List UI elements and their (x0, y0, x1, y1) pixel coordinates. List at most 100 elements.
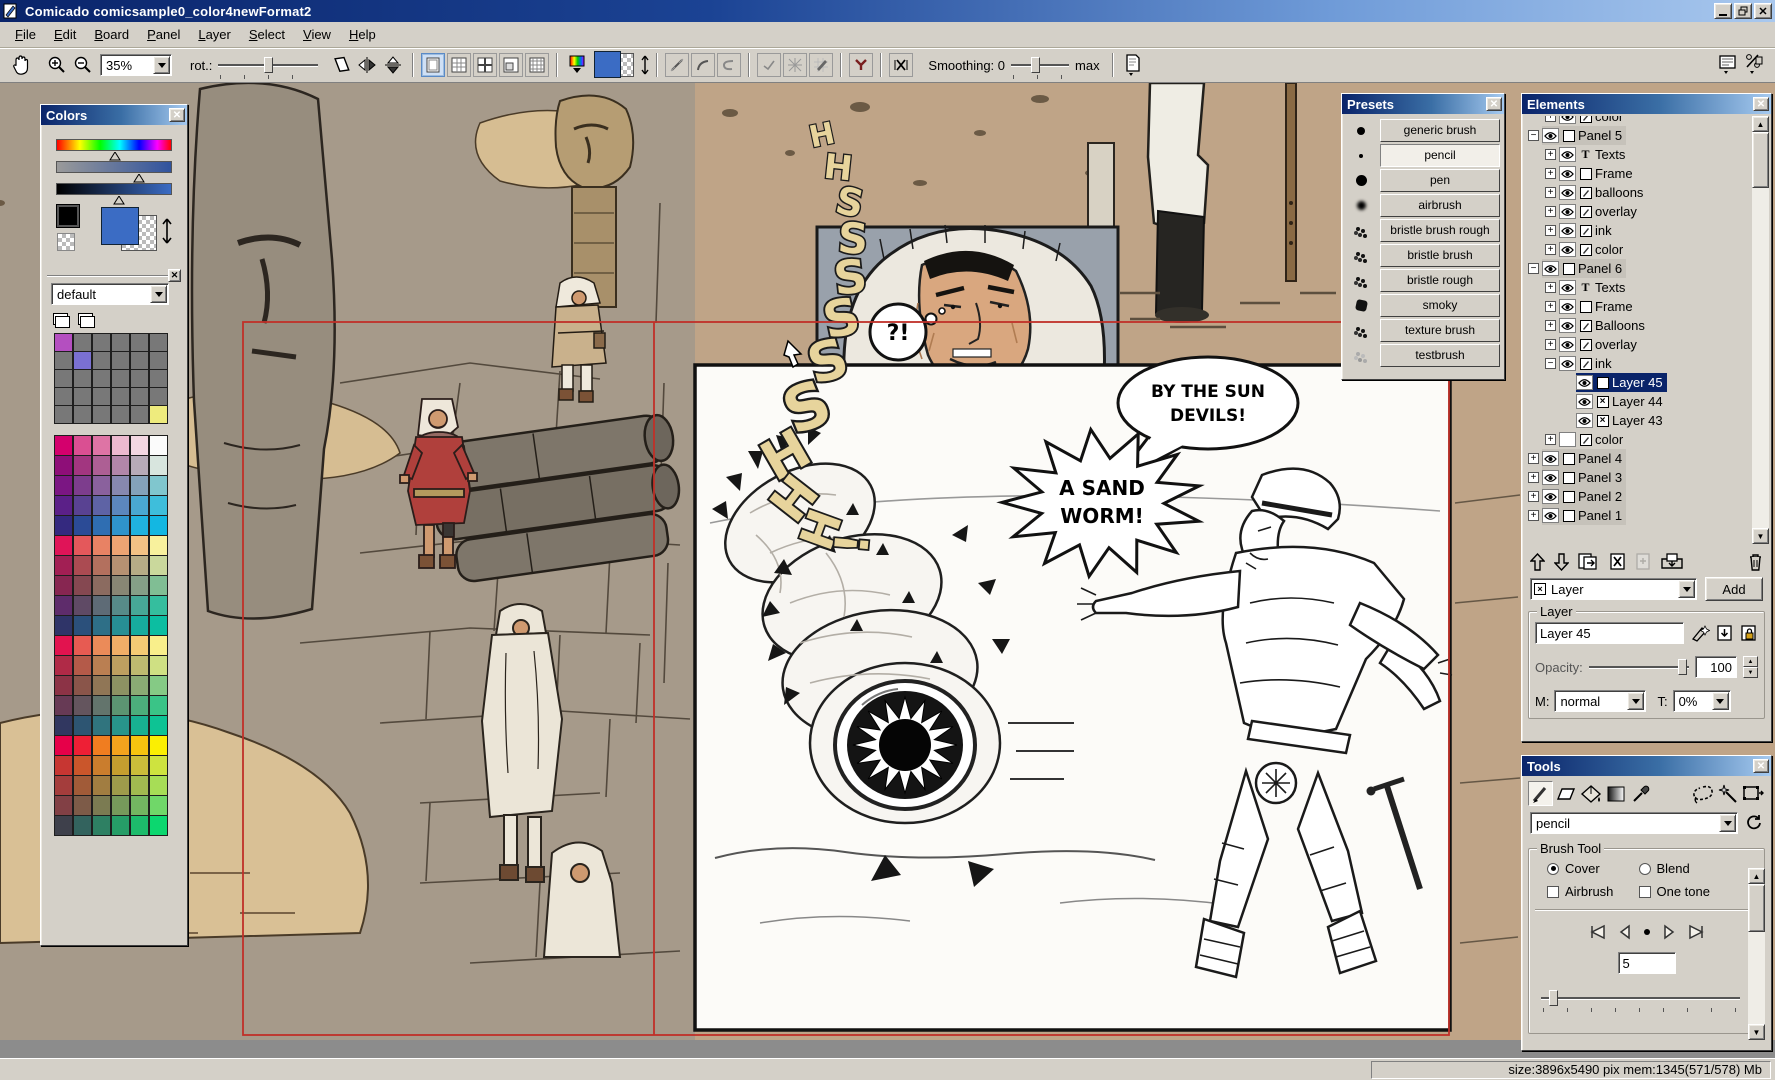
tree-row[interactable]: +Frame (1524, 297, 1751, 316)
tree-row[interactable]: −Panel 6 (1524, 259, 1751, 278)
palette-swatch[interactable] (54, 333, 73, 352)
palette-swatch[interactable] (54, 715, 73, 736)
minus-expander-icon[interactable]: − (1545, 358, 1556, 369)
palette-swatch[interactable] (54, 755, 73, 776)
palette-swatch[interactable] (73, 455, 92, 476)
flatten-icon[interactable] (1716, 624, 1734, 642)
tree-row[interactable]: +color (1524, 240, 1751, 259)
canvas-area[interactable]: ?! BY THE SUN DEVILS! A SAND WORM! HHSSS… (0, 83, 1775, 1058)
palette-swatch[interactable] (130, 635, 149, 656)
palette-swatch[interactable] (130, 387, 149, 406)
palette-swatch[interactable] (149, 715, 168, 736)
scroll-up-button[interactable]: ▲ (1748, 868, 1765, 884)
presets-close-button[interactable]: ✕ (1486, 97, 1502, 111)
stroke-loop-icon[interactable] (717, 53, 741, 77)
palette-swatch[interactable] (73, 775, 92, 796)
palette-swatch[interactable] (92, 575, 111, 596)
palette-swatch[interactable] (73, 695, 92, 716)
eye-visible-icon[interactable] (1559, 185, 1576, 200)
lock-layer-icon[interactable] (1740, 624, 1758, 642)
plus-expander-icon[interactable]: + (1545, 301, 1556, 312)
palette-duplicate-icon[interactable] (78, 313, 93, 325)
value-marker[interactable] (113, 196, 125, 205)
stroke-straight-icon[interactable] (665, 53, 689, 77)
palette-swatch[interactable] (92, 475, 111, 496)
eye-visible-icon[interactable] (1542, 128, 1559, 143)
first-button-icon[interactable] (1589, 924, 1606, 940)
palette-swatch[interactable] (149, 755, 168, 776)
tool-preset-select[interactable]: pencil (1530, 812, 1738, 834)
palette-swatch[interactable] (73, 475, 92, 496)
palette-swatch[interactable] (73, 575, 92, 596)
preset-button[interactable]: testbrush (1380, 344, 1500, 367)
flip-vertical-icon[interactable] (380, 52, 406, 78)
eye-visible-icon[interactable] (1576, 394, 1593, 409)
minus-expander-icon[interactable]: − (1528, 130, 1539, 141)
palette-swatch[interactable] (54, 351, 73, 370)
palette-swatch[interactable] (149, 333, 168, 352)
value-bar[interactable] (56, 183, 172, 195)
palette-swatch[interactable] (92, 695, 111, 716)
palette-swatch[interactable] (130, 555, 149, 576)
eraser-tool-icon[interactable] (1553, 781, 1578, 806)
palette-swatch[interactable] (111, 635, 130, 656)
hue-marker[interactable] (109, 152, 121, 161)
paper-texture-icon[interactable] (1120, 52, 1146, 78)
tree-row[interactable]: +Panel 2 (1524, 487, 1751, 506)
eyedropper-tool-icon[interactable] (1628, 781, 1653, 806)
palette-swatch[interactable] (54, 475, 73, 496)
palette-swatch[interactable] (111, 369, 130, 388)
gradient-tool-icon[interactable] (1603, 781, 1628, 806)
tree-row[interactable]: +overlay (1524, 335, 1751, 354)
layer-type-arrow[interactable] (1678, 580, 1695, 598)
palette-swatch[interactable] (92, 435, 111, 456)
palette-swatch[interactable] (149, 575, 168, 596)
layout-inset-button[interactable] (499, 53, 523, 77)
lasso-tool-icon[interactable] (1690, 781, 1715, 806)
colors-close-button[interactable]: ✕ (169, 108, 185, 122)
palette-swatch[interactable] (54, 369, 73, 388)
eye-visible-icon[interactable] (1576, 375, 1593, 390)
snap-diagonal-icon[interactable] (757, 53, 781, 77)
palette-swatch[interactable] (111, 775, 130, 796)
palette-swatch[interactable] (73, 351, 92, 370)
palette-swatch[interactable] (149, 515, 168, 536)
palette-swatch[interactable] (54, 735, 73, 756)
preset-button[interactable]: pen (1380, 169, 1500, 192)
t-select[interactable]: 0% (1673, 690, 1731, 712)
current-color-swatch[interactable] (594, 51, 636, 79)
tools-panel-titlebar[interactable]: Tools ✕ (1522, 756, 1771, 776)
palette-swatch[interactable] (73, 635, 92, 656)
tree-row[interactable]: −ink (1524, 354, 1751, 373)
palette-swatch[interactable] (92, 369, 111, 388)
rotate-page-icon[interactable] (328, 52, 354, 78)
tree-row[interactable]: +Balloons (1524, 316, 1751, 335)
palette-swatch[interactable] (149, 369, 168, 388)
palette-swatch[interactable] (92, 675, 111, 696)
palette-swatch[interactable] (92, 595, 111, 616)
display-options-icon[interactable] (1715, 52, 1741, 78)
zoom-select[interactable]: 35% (100, 54, 172, 76)
palette-swatch[interactable] (130, 435, 149, 456)
palette-swatch[interactable] (73, 515, 92, 536)
plus-expander-icon[interactable]: + (1545, 116, 1556, 122)
close-button[interactable]: ✕ (1754, 3, 1772, 19)
palette-swatch[interactable] (149, 535, 168, 556)
minus-expander-icon[interactable]: − (1528, 263, 1539, 274)
palette-swatch[interactable] (149, 555, 168, 576)
scroll-down-button[interactable]: ▼ (1748, 1024, 1765, 1040)
tree-row[interactable]: +overlay (1524, 202, 1751, 221)
palette-swatch[interactable] (54, 555, 73, 576)
perspective-grid-icon[interactable] (783, 53, 807, 77)
palette-swatch[interactable] (130, 405, 149, 424)
palette-swatch[interactable] (54, 655, 73, 676)
opacity-slider-handle[interactable] (1678, 659, 1687, 675)
scroll-up-button[interactable]: ▲ (1752, 116, 1769, 132)
saturation-bar[interactable] (56, 161, 172, 173)
palette-swatch[interactable] (73, 495, 92, 516)
stroke-curve-icon[interactable] (691, 53, 715, 77)
preset-button[interactable]: generic brush (1380, 119, 1500, 142)
palette-swatch[interactable] (111, 595, 130, 616)
eye-hidden-icon[interactable] (1559, 432, 1576, 447)
palette-swatch[interactable] (149, 735, 168, 756)
